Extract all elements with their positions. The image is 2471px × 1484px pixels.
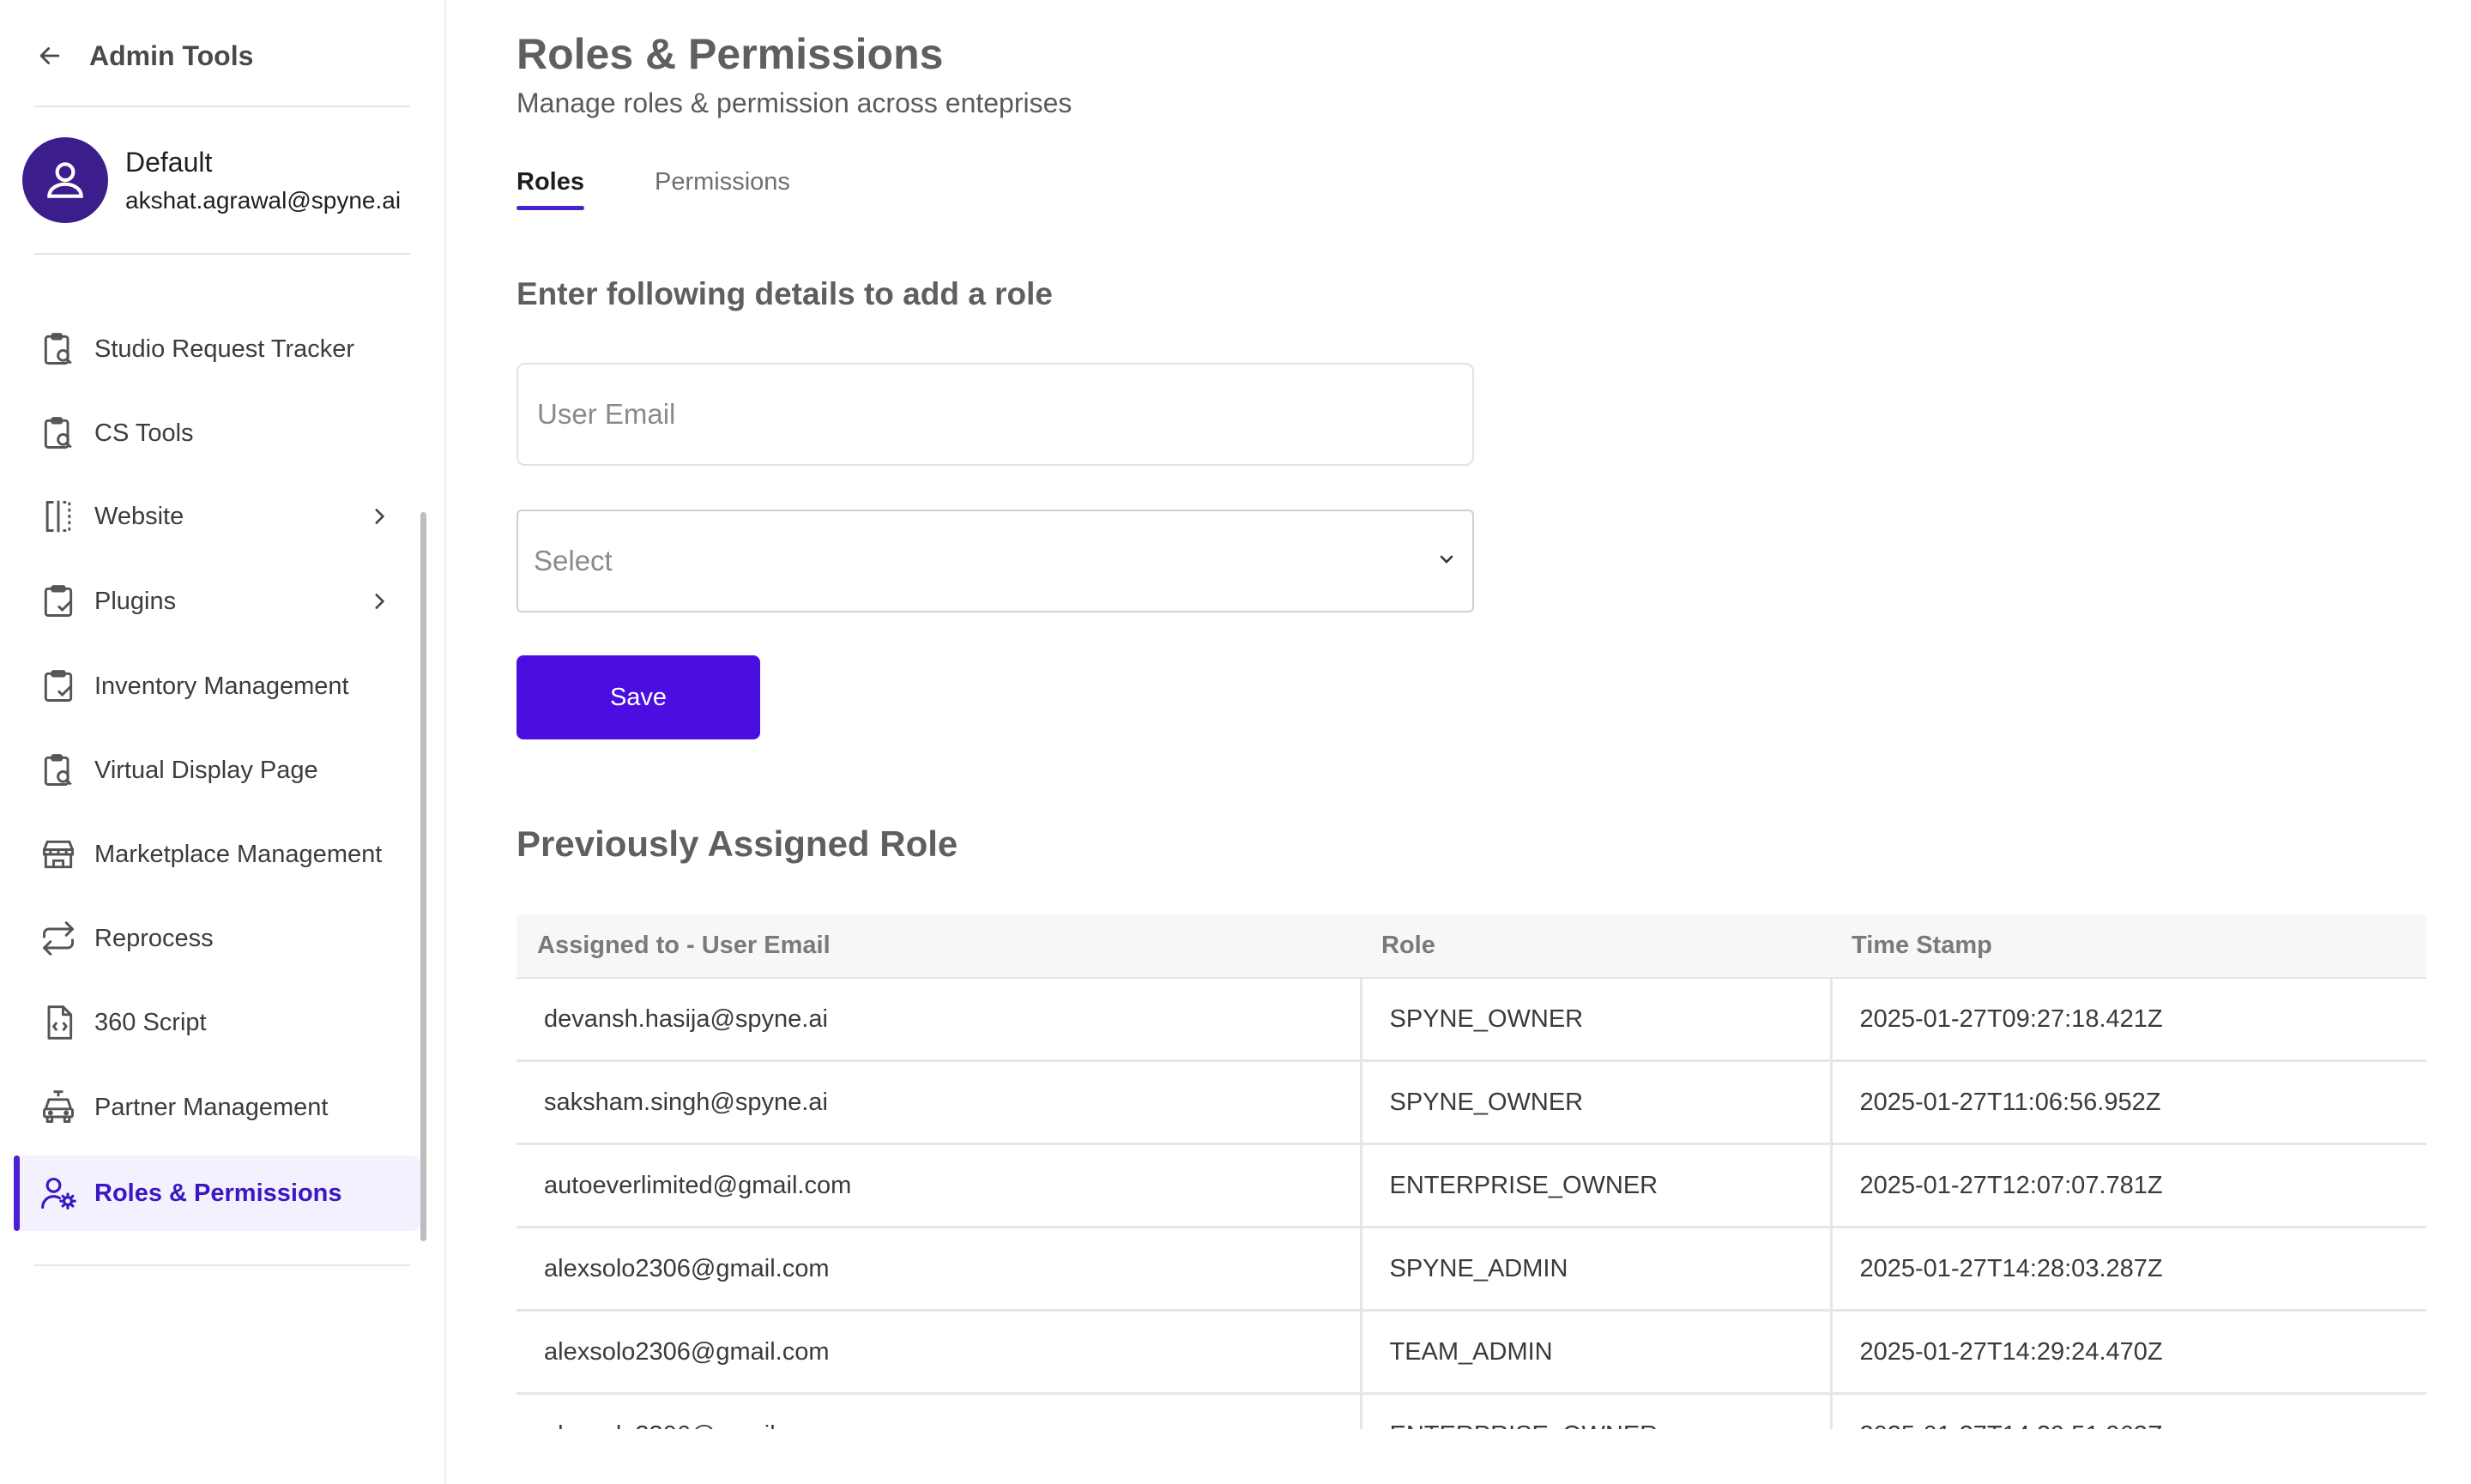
chevron-right-icon bbox=[364, 501, 395, 532]
table-row[interactable]: autoeverlimited@gmail.com ENTERPRISE_OWN… bbox=[517, 1143, 2426, 1228]
chevron-right-icon bbox=[364, 586, 395, 617]
sidebar-item-label: Website bbox=[94, 502, 184, 530]
column-header-email: Assigned to - User Email bbox=[517, 914, 1361, 979]
clipboard-check-icon bbox=[38, 581, 79, 622]
sidebar: Admin Tools Default akshat.agrawal@spyne… bbox=[0, 0, 446, 1484]
profile-name: Default bbox=[125, 146, 213, 178]
cell-email: alexsolo2306@gmail.com bbox=[517, 1227, 1361, 1312]
user-email-input[interactable] bbox=[517, 363, 1474, 466]
cell-email: alexsolo2306@gmail.com bbox=[517, 1393, 1361, 1429]
tab-permissions[interactable]: Permissions bbox=[655, 168, 790, 210]
sidebar-title: Admin Tools bbox=[89, 39, 254, 71]
table-row[interactable]: alexsolo2306@gmail.com ENTERPRISE_OWNER … bbox=[517, 1393, 2426, 1429]
cell-timestamp: 2025-01-27T09:27:18.421Z bbox=[1829, 978, 2426, 1062]
cell-email: saksham.singh@spyne.ai bbox=[517, 1060, 1361, 1145]
sidebar-item-roles-permissions[interactable]: Roles & Permissions bbox=[14, 1155, 420, 1231]
page-subtitle: Manage roles & permission across entepri… bbox=[517, 87, 1072, 118]
table-row[interactable]: devansh.hasija@spyne.ai SPYNE_OWNER 2025… bbox=[517, 978, 2426, 1062]
divider bbox=[34, 253, 410, 255]
cell-role: ENTERPRISE_OWNER bbox=[1359, 1393, 1831, 1429]
cell-role: ENTERPRISE_OWNER bbox=[1359, 1143, 1831, 1228]
sidebar-nav: Studio Request Tracker CS Tools Website … bbox=[0, 266, 429, 1244]
sidebar-header: Admin Tools bbox=[33, 34, 253, 77]
user-icon bbox=[47, 162, 83, 198]
sidebar-item-label: 360 Script bbox=[94, 1008, 207, 1036]
sidebar-item-website[interactable]: Website bbox=[14, 479, 420, 554]
sidebar-item-360-script[interactable]: 360 Script bbox=[14, 985, 420, 1060]
cell-timestamp: 2025-01-27T12:07:07.781Z bbox=[1829, 1143, 2426, 1228]
cell-timestamp: 2025-01-27T14:29:24.470Z bbox=[1829, 1310, 2426, 1395]
chevron-down-icon bbox=[1436, 549, 1457, 574]
form-heading: Enter following details to add a role bbox=[517, 276, 1053, 311]
main-content: Roles & Permissions Manage roles & permi… bbox=[446, 0, 2471, 1484]
tab-roles[interactable]: Roles bbox=[517, 168, 584, 210]
table-header-row: Assigned to - User Email Role Time Stamp bbox=[517, 914, 2426, 979]
sidebar-item-label: Roles & Permissions bbox=[94, 1179, 342, 1207]
sidebar-item-label: Marketplace Management bbox=[94, 840, 383, 868]
assigned-roles-table: Assigned to - User Email Role Time Stamp… bbox=[517, 914, 2442, 1429]
cell-email: alexsolo2306@gmail.com bbox=[517, 1310, 1361, 1395]
save-button[interactable]: Save bbox=[517, 655, 760, 739]
table-row[interactable]: alexsolo2306@gmail.com TEAM_ADMIN 2025-0… bbox=[517, 1310, 2426, 1395]
divider bbox=[34, 106, 410, 107]
sidebar-item-label: CS Tools bbox=[94, 419, 194, 447]
cell-role: TEAM_ADMIN bbox=[1359, 1310, 1831, 1395]
clipboard-search-icon bbox=[38, 329, 79, 370]
column-header-role: Role bbox=[1361, 914, 1831, 979]
store-icon bbox=[38, 834, 79, 875]
clipboard-search-icon bbox=[38, 413, 79, 454]
user-gear-icon bbox=[38, 1173, 79, 1214]
column-header-timestamp: Time Stamp bbox=[1831, 914, 2426, 979]
sidebar-item-reprocess[interactable]: Reprocess bbox=[14, 901, 420, 976]
cell-timestamp: 2025-01-27T14:29:51.963Z bbox=[1829, 1393, 2426, 1429]
clipboard-search-icon bbox=[38, 750, 79, 791]
profile-email: akshat.agrawal@spyne.ai bbox=[125, 186, 402, 214]
cell-role: SPYNE_ADMIN bbox=[1359, 1227, 1831, 1312]
cell-timestamp: 2025-01-27T14:28:03.287Z bbox=[1829, 1227, 2426, 1312]
tab-bar: Roles Permissions bbox=[517, 168, 861, 210]
role-select-value: Select bbox=[534, 545, 613, 576]
sidebar-item-studio-request-tracker[interactable]: Studio Request Tracker bbox=[14, 311, 420, 387]
cell-role: SPYNE_OWNER bbox=[1359, 1060, 1831, 1145]
repeat-icon bbox=[38, 918, 79, 959]
back-arrow-icon[interactable] bbox=[33, 39, 67, 73]
cell-role: SPYNE_OWNER bbox=[1359, 978, 1831, 1062]
sidebar-item-marketplace-management[interactable]: Marketplace Management bbox=[14, 817, 420, 892]
sidebar-item-cs-tools[interactable]: CS Tools bbox=[14, 395, 420, 471]
role-select[interactable]: Select bbox=[517, 510, 1474, 612]
table-row[interactable]: alexsolo2306@gmail.com SPYNE_ADMIN 2025-… bbox=[517, 1227, 2426, 1312]
sidebar-item-label: Plugins bbox=[94, 587, 177, 615]
car-icon bbox=[38, 1087, 79, 1128]
sidebar-item-partner-management[interactable]: Partner Management bbox=[14, 1070, 420, 1145]
cell-timestamp: 2025-01-27T11:06:56.952Z bbox=[1829, 1060, 2426, 1145]
sidebar-item-label: Partner Management bbox=[94, 1093, 329, 1121]
user-profile[interactable]: Default akshat.agrawal@spyne.ai bbox=[22, 137, 417, 223]
page-title: Roles & Permissions bbox=[517, 30, 944, 78]
table-row[interactable]: saksham.singh@spyne.ai SPYNE_OWNER 2025-… bbox=[517, 1060, 2426, 1145]
sidebar-item-label: Reprocess bbox=[94, 924, 214, 952]
sidebar-item-inventory-management[interactable]: Inventory Management bbox=[14, 648, 420, 724]
cell-email: devansh.hasija@spyne.ai bbox=[517, 978, 1361, 1062]
code-file-icon bbox=[38, 1002, 79, 1043]
avatar bbox=[22, 137, 108, 223]
sidebar-item-label: Virtual Display Page bbox=[94, 756, 318, 784]
sidebar-item-virtual-display-page[interactable]: Virtual Display Page bbox=[14, 733, 420, 808]
clipboard-check-icon bbox=[38, 666, 79, 707]
divider bbox=[34, 1264, 410, 1266]
cell-email: autoeverlimited@gmail.com bbox=[517, 1143, 1361, 1228]
section-title: Previously Assigned Role bbox=[517, 823, 958, 864]
sidebar-item-plugins[interactable]: Plugins bbox=[14, 564, 420, 639]
sidebar-scrollbar[interactable] bbox=[420, 512, 426, 1241]
sidebar-item-label: Studio Request Tracker bbox=[94, 335, 355, 363]
sidebar-item-label: Inventory Management bbox=[94, 672, 349, 700]
split-panel-icon bbox=[38, 496, 79, 537]
